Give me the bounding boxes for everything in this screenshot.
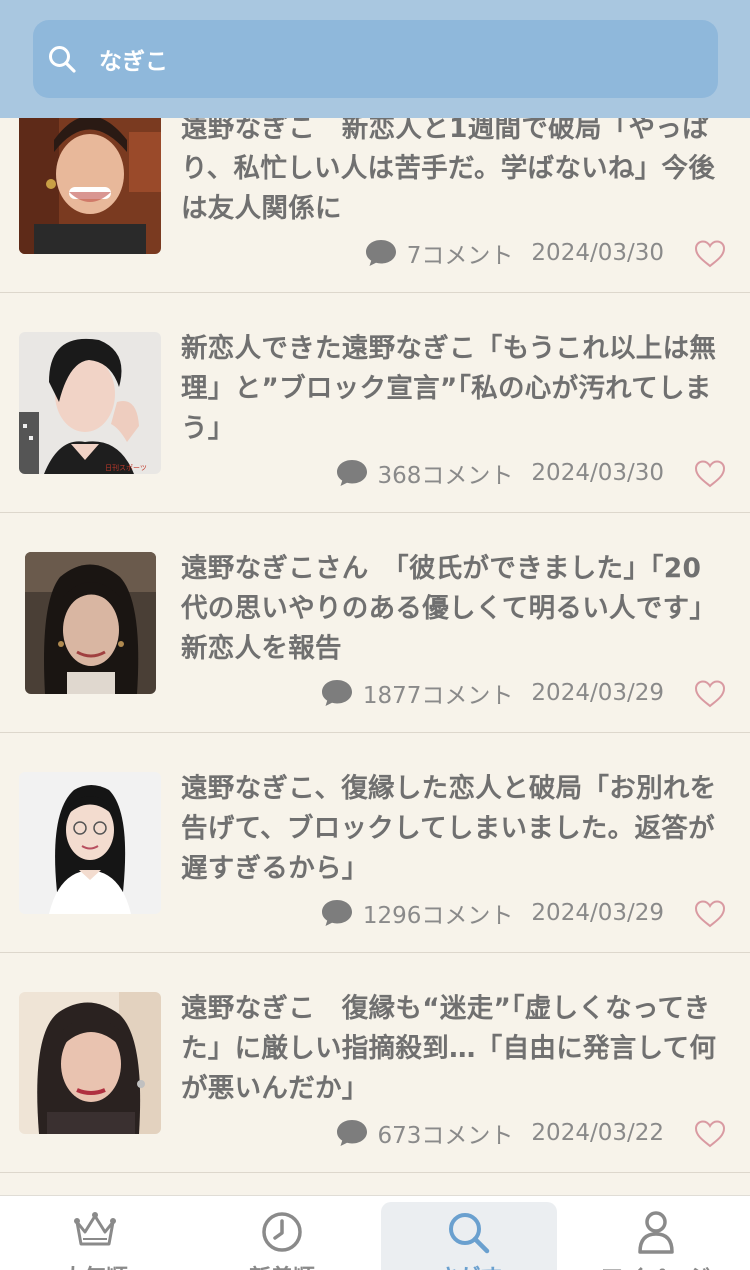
person-icon: [638, 1211, 674, 1254]
header: [0, 0, 750, 118]
tab-label: 新着順: [194, 1260, 370, 1270]
article-item[interactable]: 遠野なぎこ、復縁した恋人と破局「お別れを告げて、ブロックしてしまいました。返答が…: [0, 733, 750, 953]
search-box[interactable]: [33, 20, 718, 98]
tab-popular[interactable]: 人気順: [7, 1196, 183, 1270]
comment-count: 368コメント: [377, 463, 514, 489]
article-date: 2024/03/30: [531, 460, 664, 486]
search-icon: [449, 1213, 490, 1254]
comment-icon: [365, 240, 396, 266]
article-thumbnail[interactable]: [25, 552, 156, 694]
article-title[interactable]: 遠野なぎこ 新恋人と1週間で破局「やっぱり、私忙しい人は苦手だ。学ばないね」今後…: [181, 109, 726, 229]
article-date: 2024/03/30: [531, 240, 664, 266]
heart-icon[interactable]: [694, 459, 726, 489]
article-meta: 7コメント 2024/03/30: [365, 236, 664, 270]
thumbnail-caption: 日刊スポーツ: [105, 464, 147, 472]
tab-label: マイページ: [568, 1260, 744, 1270]
tab-search[interactable]: さがす: [381, 1202, 557, 1270]
article-title[interactable]: 新恋人できた遠野なぎこ「もうこれ以上は無理」と”ブロック宣言”「私の心が汚れてし…: [181, 329, 726, 449]
comment-icon: [336, 460, 367, 486]
comment-count: 7コメント: [406, 243, 514, 269]
article-title[interactable]: 遠野なぎこさん 「彼氏ができました」「20代の思いやりのある優しくて明るい人です…: [181, 549, 726, 669]
article-thumbnail[interactable]: [19, 992, 161, 1134]
heart-icon[interactable]: [694, 679, 726, 709]
bottom-tab-bar: 人気順 新着順 さがす マイページ: [0, 1195, 750, 1270]
article-date: 2024/03/29: [531, 900, 664, 926]
article-item[interactable]: 遠野なぎこ 復縁も“迷走”「虚しくなってきた」に厳しい指摘殺到…「自由に発言して…: [0, 953, 750, 1173]
comment-icon: [336, 1120, 367, 1146]
comment-icon: [321, 900, 352, 926]
article-meta: 673コメント 2024/03/22: [336, 1116, 664, 1150]
article-title[interactable]: 遠野なぎこ 復縁も“迷走”「虚しくなってきた」に厳しい指摘殺到…「自由に発言して…: [181, 989, 726, 1109]
article-thumbnail[interactable]: 日刊スポーツ: [19, 332, 161, 474]
article-date: 2024/03/29: [531, 680, 664, 706]
search-input[interactable]: [99, 39, 659, 79]
heart-icon[interactable]: [694, 899, 726, 929]
app-screen: 遠野なぎこ 新恋人と1週間で破局「やっぱり、私忙しい人は苦手だ。学ばないね」今後…: [0, 0, 750, 1270]
comment-icon: [321, 680, 352, 706]
tab-label: 人気順: [7, 1260, 183, 1270]
search-icon: [49, 46, 76, 73]
heart-icon[interactable]: [694, 239, 726, 269]
article-list: 遠野なぎこ 新恋人と1週間で破局「やっぱり、私忙しい人は苦手だ。学ばないね」今後…: [0, 73, 750, 1173]
heart-icon[interactable]: [694, 1119, 726, 1149]
article-title[interactable]: 遠野なぎこ、復縁した恋人と破局「お別れを告げて、ブロックしてしまいました。返答が…: [181, 769, 726, 889]
clock-icon: [262, 1212, 302, 1252]
comment-count: 1296コメント: [362, 903, 514, 929]
tab-latest[interactable]: 新着順: [194, 1196, 370, 1270]
comment-count: 673コメント: [377, 1123, 514, 1149]
article-thumbnail[interactable]: [19, 112, 161, 254]
comment-count: 1877コメント: [362, 683, 514, 709]
article-meta: 1296コメント 2024/03/29: [321, 896, 664, 930]
article-item[interactable]: 遠野なぎこさん 「彼氏ができました」「20代の思いやりのある優しくて明るい人です…: [0, 513, 750, 733]
tab-label: さがす: [381, 1260, 557, 1270]
crown-icon: [74, 1212, 116, 1246]
article-meta: 1877コメント 2024/03/29: [321, 676, 664, 710]
tab-mypage[interactable]: マイページ: [568, 1196, 744, 1270]
article-item[interactable]: 日刊スポーツ 新恋人できた遠野なぎこ「もうこれ以上は無理」と”ブロック宣言”「私…: [0, 293, 750, 513]
article-thumbnail[interactable]: [19, 772, 161, 914]
article-date: 2024/03/22: [531, 1120, 664, 1146]
article-meta: 368コメント 2024/03/30: [336, 456, 664, 490]
